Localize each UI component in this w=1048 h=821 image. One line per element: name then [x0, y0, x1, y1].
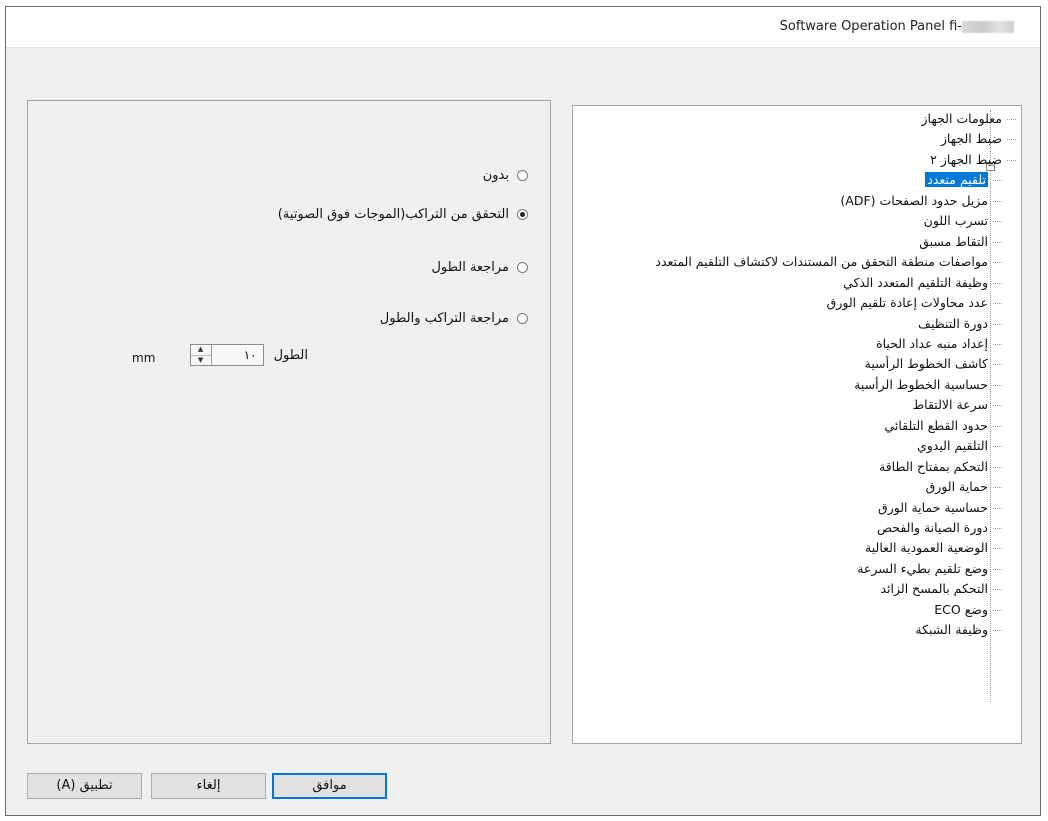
tree-item-label: وضع تلقيم بطيء السرعة — [857, 561, 988, 576]
length-label: الطول — [273, 347, 308, 363]
tree-item[interactable]: وضع ECO — [934, 601, 1002, 619]
tree-item[interactable]: حساسية حماية الورق — [878, 499, 1002, 517]
radio-overlap-and-length-button[interactable] — [517, 313, 528, 324]
tree-item-label: ضبط الجهاز — [940, 131, 1002, 146]
tree-item-label: دورة الصيانة والفحص — [876, 520, 988, 535]
spin-up-arrow-icon[interactable]: ▲ — [190, 345, 211, 356]
radio-overlap-check-button[interactable] — [517, 209, 528, 220]
tree-item[interactable]: التقاط مسبق — [919, 233, 1002, 251]
tree-item[interactable]: التلقيم اليدوي — [916, 437, 1003, 455]
tree-item[interactable]: عدد محاولات إعادة تلقيم الورق — [826, 294, 1003, 312]
tree-item[interactable]: تلقيم متعدد — [925, 171, 1002, 189]
tree-item[interactable]: معلومات الجهاز — [921, 110, 1016, 128]
window-title: Software Operation Panel fi- — [780, 19, 1014, 34]
tree-item[interactable]: وظيفة التلقيم المتعدد الذكي — [843, 274, 1002, 292]
tree-item-label: تلقيم متعدد — [925, 172, 988, 187]
length-setting: الطول ١٠ ▲ ▼ — [189, 344, 308, 366]
tree-item-label: التلقيم اليدوي — [916, 438, 988, 453]
tree-item[interactable]: وظيفة الشبكة — [915, 621, 1002, 639]
tree-item[interactable]: إعداد منبه عداد الحياة — [876, 335, 1002, 353]
length-spinner[interactable]: ١٠ ▲ ▼ — [189, 344, 264, 366]
tree-item[interactable]: حساسية الخطوط الرأسية — [854, 376, 1002, 394]
radio-none-label: بدون — [482, 168, 509, 183]
tree-item[interactable]: التحكم بمفتاح الطاقة — [879, 458, 1002, 476]
cancel-button[interactable]: إلغاء — [151, 773, 266, 799]
tree-item[interactable]: سرعة الالتقاط — [912, 396, 1003, 414]
ok-button[interactable]: موافق — [272, 773, 387, 799]
tree-item-label: التحكم بالمسح الزائد — [880, 581, 988, 596]
length-unit: mm — [132, 351, 156, 365]
tree-item[interactable]: دورة الصيانة والفحص — [876, 519, 1003, 537]
apply-button[interactable]: تطبيق (A) — [27, 773, 142, 799]
tree-item-label: تسرب اللون — [923, 213, 988, 228]
radio-overlap-check-label: التحقق من التراكب(الموجات فوق الصوتية) — [277, 207, 509, 222]
tree-item-label: ضبط الجهاز ٢ — [930, 152, 1002, 167]
radio-overlap-check[interactable]: التحقق من التراكب(الموجات فوق الصوتية) — [278, 207, 528, 222]
redacted-model-name — [962, 20, 1014, 33]
spin-down-arrow-icon[interactable]: ▼ — [191, 356, 211, 366]
tree-item-label: الوضعية العمودية العالية — [865, 540, 988, 555]
title-bar: Software Operation Panel fi- — [6, 7, 1040, 48]
tree-item-label: مزيل حدود الصفحات (ADF) — [840, 193, 988, 208]
spinner-buttons: ▲ ▼ — [190, 345, 212, 366]
tree-item[interactable]: دورة التنظيف — [918, 315, 1002, 333]
tree-item-label: حساسية حماية الورق — [878, 500, 988, 515]
radio-none[interactable]: بدون — [483, 168, 528, 183]
tree-item[interactable]: تسرب اللون — [923, 212, 1003, 230]
tree-item[interactable]: كاشف الخطوط الرأسية — [864, 355, 1003, 373]
tree-item-label: حدود القطع التلقائي — [884, 418, 988, 433]
tree-item[interactable]: حدود القطع التلقائي — [884, 417, 1002, 435]
radio-none-button[interactable] — [517, 170, 528, 181]
tree-item[interactable]: حماية الورق — [925, 478, 1003, 496]
tree-item-label: مواصفات منطقة التحقق من المستندات لاكتشا… — [655, 254, 988, 269]
tree-item-label: عدد محاولات إعادة تلقيم الورق — [826, 295, 988, 310]
tree-item-label: سرعة الالتقاط — [912, 397, 988, 412]
tree-item-label: التقاط مسبق — [919, 234, 988, 249]
tree-item[interactable]: ضبط الجهاز ٢ — [930, 151, 1016, 169]
tree-item-label: وضع ECO — [934, 602, 988, 617]
radio-length-check-label: مراجعة الطول — [431, 260, 509, 275]
tree-item-label: حماية الورق — [925, 479, 988, 494]
tree-item-label: إعداد منبه عداد الحياة — [876, 336, 988, 351]
tree-item[interactable]: مواصفات منطقة التحقق من المستندات لاكتشا… — [655, 253, 1002, 271]
radio-overlap-and-length-label: مراجعة التراكب والطول — [379, 311, 509, 326]
tree-item[interactable]: مزيل حدود الصفحات (ADF) — [840, 192, 1002, 210]
tree-item-label: وظيفة التلقيم المتعدد الذكي — [843, 275, 988, 290]
tree-item-label: وظيفة الشبكة — [915, 622, 988, 637]
tree-item[interactable]: الوضعية العمودية العالية — [865, 539, 1002, 557]
tree-item[interactable]: ضبط الجهاز — [940, 130, 1017, 148]
tree-item-label: دورة التنظيف — [918, 316, 988, 331]
radio-overlap-and-length[interactable]: مراجعة التراكب والطول — [380, 311, 528, 326]
tree-item-label: كاشف الخطوط الرأسية — [864, 356, 988, 371]
length-value[interactable]: ١٠ — [219, 348, 257, 362]
tree-item[interactable]: وضع تلقيم بطيء السرعة — [857, 560, 1002, 578]
multifeed-options-panel — [27, 100, 551, 744]
radio-length-check-button[interactable] — [517, 262, 528, 273]
tree-connector-line — [990, 110, 991, 702]
radio-length-check[interactable]: مراجعة الطول — [431, 260, 528, 275]
tree-item-label: معلومات الجهاز — [921, 111, 1002, 126]
tree-item-label: حساسية الخطوط الرأسية — [854, 377, 988, 392]
tree-item[interactable]: التحكم بالمسح الزائد — [880, 580, 1002, 598]
tree-item-label: التحكم بمفتاح الطاقة — [879, 459, 988, 474]
